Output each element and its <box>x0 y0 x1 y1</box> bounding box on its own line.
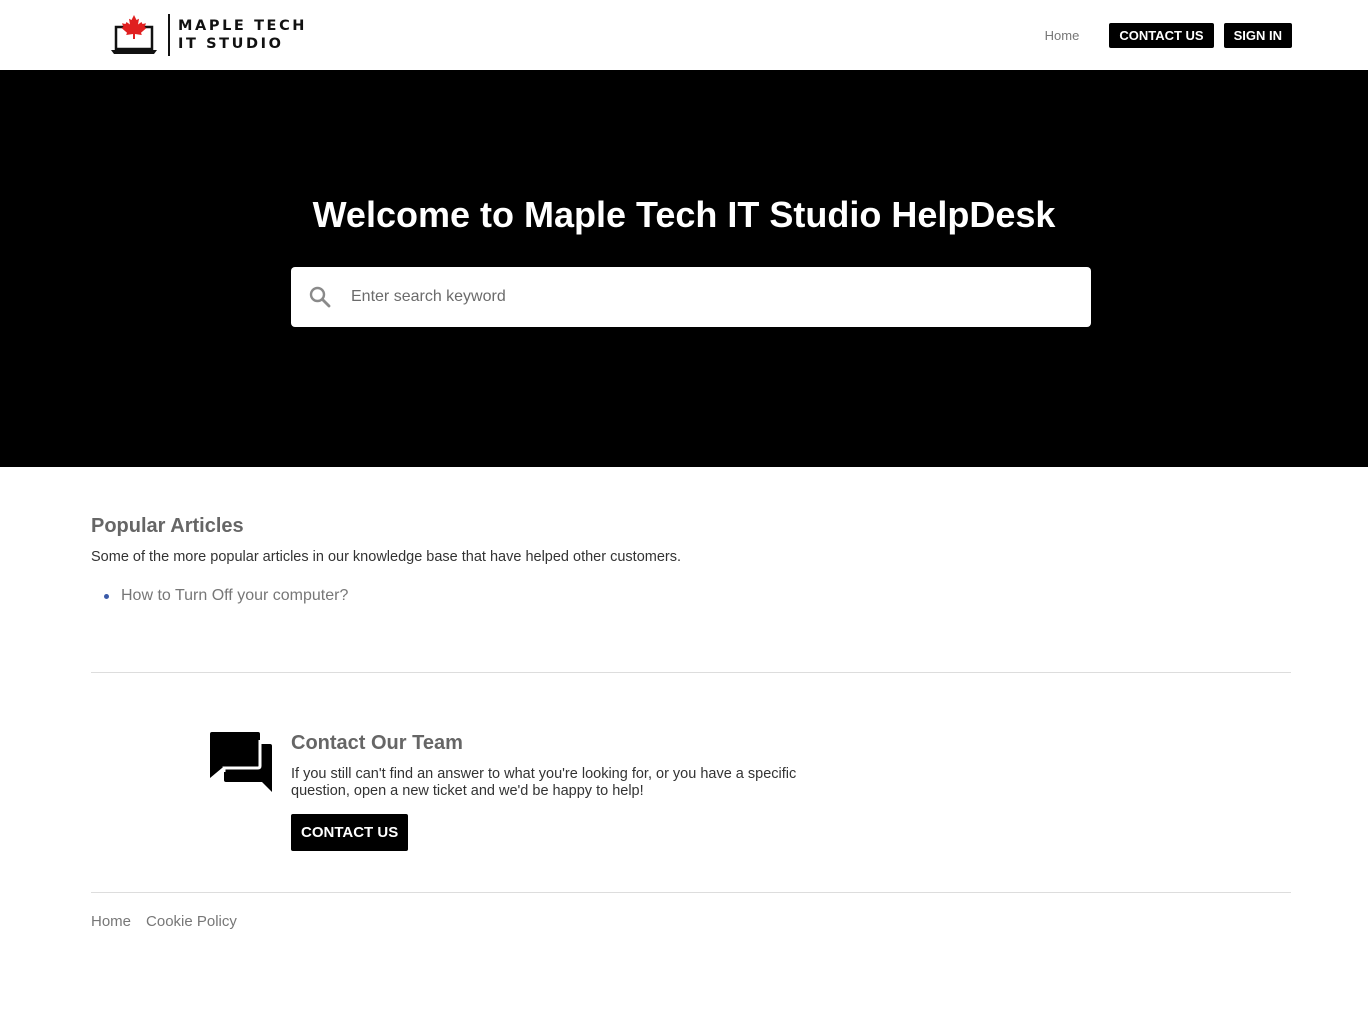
logo-divider <box>168 14 170 56</box>
site-footer: Home Cookie Policy <box>91 913 252 930</box>
list-item[interactable]: How to Turn Off your computer? <box>91 587 1291 605</box>
bullet-icon <box>104 594 109 599</box>
footer-home-link[interactable]: Home <box>91 913 131 930</box>
nav-sign-in-button[interactable]: SIGN IN <box>1223 23 1292 48</box>
site-header: MAPLE TECH IT STUDIO Home CONTACT US SIG… <box>0 0 1368 70</box>
popular-articles-list: How to Turn Off your computer? <box>91 587 1291 605</box>
footer-divider <box>91 892 1291 893</box>
popular-articles-description: Some of the more popular articles in our… <box>91 549 682 565</box>
logo-line-2: IT STUDIO <box>178 36 284 52</box>
contact-us-button[interactable]: CONTACT US <box>291 814 409 851</box>
maple-leaf-laptop-icon <box>110 13 158 57</box>
top-nav: Home CONTACT US SIGN IN <box>1045 23 1292 48</box>
section-divider <box>91 672 1291 673</box>
contact-section: Contact Our Team If you still can't find… <box>291 732 851 851</box>
contact-title: Contact Our Team <box>291 732 463 754</box>
popular-articles-section: Popular Articles Some of the more popula… <box>91 515 1291 605</box>
search-box[interactable] <box>291 267 1091 327</box>
nav-contact-us-button[interactable]: CONTACT US <box>1109 23 1214 48</box>
hero-title: Welcome to Maple Tech IT Studio HelpDesk <box>312 194 1056 235</box>
hero-banner: Welcome to Maple Tech IT Studio HelpDesk <box>0 70 1368 467</box>
search-input[interactable] <box>351 267 1071 327</box>
popular-articles-title: Popular Articles <box>91 515 244 537</box>
nav-home-link[interactable]: Home <box>1045 28 1080 43</box>
site-logo[interactable]: MAPLE TECH IT STUDIO <box>110 13 307 57</box>
logo-text: MAPLE TECH IT STUDIO <box>178 17 307 53</box>
contact-description: If you still can't find an answer to wha… <box>291 766 797 799</box>
chat-bubbles-icon <box>210 732 272 792</box>
article-link[interactable]: How to Turn Off your computer? <box>121 587 348 604</box>
logo-line-1: MAPLE TECH <box>178 18 308 34</box>
footer-cookie-policy-link[interactable]: Cookie Policy <box>146 913 237 930</box>
search-icon <box>309 286 331 308</box>
